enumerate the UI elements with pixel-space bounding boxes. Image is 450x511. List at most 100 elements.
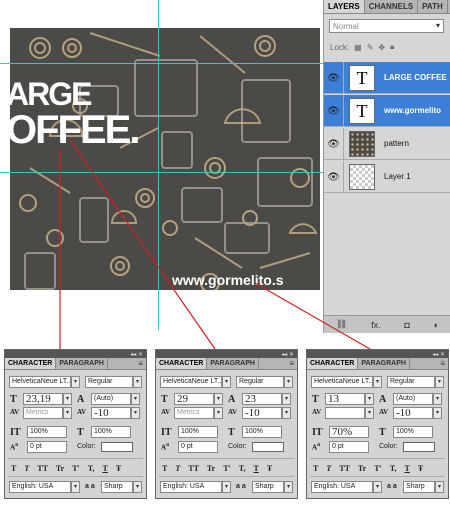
chevron-down-icon[interactable]: ▾ [284, 481, 293, 493]
horizontal-scale-field[interactable]: 100% [393, 426, 433, 438]
font-family-field[interactable]: HelveticaNeue LT... [311, 376, 373, 388]
strikethrough-button[interactable]: Ŧ [418, 464, 423, 473]
chevron-down-icon[interactable]: ▾ [131, 393, 140, 405]
chevron-down-icon[interactable]: ▾ [131, 407, 140, 419]
tab-character[interactable]: CHARACTER [5, 358, 57, 369]
faux-italic-button[interactable]: T [175, 464, 180, 473]
chevron-down-icon[interactable]: ▾ [435, 481, 444, 493]
panel-menu-icon[interactable]: ≡ [289, 359, 294, 368]
language-field[interactable]: English: USA [9, 481, 71, 493]
small-caps-button[interactable]: Tr [358, 464, 366, 473]
chevron-down-icon[interactable]: ▾ [365, 407, 374, 419]
all-caps-button[interactable]: TT [339, 464, 350, 473]
subscript-button[interactable]: T, [88, 464, 95, 473]
chevron-down-icon[interactable]: ▾ [133, 481, 142, 493]
tab-paragraph[interactable]: PARAGRAPH [56, 358, 108, 369]
font-family-field[interactable]: HelveticaNeue LT... [9, 376, 71, 388]
chevron-down-icon[interactable]: ▾ [282, 393, 291, 405]
leading-field[interactable]: 23 [242, 393, 282, 405]
baseline-shift-field[interactable]: 0 pt [27, 441, 67, 453]
baseline-shift-field[interactable]: 0 pt [178, 441, 218, 453]
font-family-field[interactable]: HelveticaNeue LT... [160, 376, 222, 388]
all-caps-button[interactable]: TT [188, 464, 199, 473]
vertical-scale-field[interactable]: 70% [329, 426, 369, 438]
kerning-field[interactable] [325, 407, 365, 419]
tab-paragraph[interactable]: PARAGRAPH [207, 358, 259, 369]
chevron-down-icon[interactable]: ▾ [71, 376, 80, 388]
font-style-field[interactable]: Regular [387, 376, 435, 388]
faux-bold-button[interactable]: T [11, 464, 16, 473]
type-style-buttons: T T TT Tr T' T, T Ŧ [11, 464, 121, 473]
divider [8, 476, 143, 477]
chevron-down-icon[interactable]: ▾ [133, 376, 142, 388]
font-size-field[interactable]: 23,19 [23, 393, 63, 405]
tracking-field[interactable]: -10 [242, 407, 282, 419]
character-panel-1: ◂◂ ✕ CHARACTER PARAGRAPH ≡ HelveticaNeue… [4, 349, 147, 499]
leading-field[interactable]: (Auto) [393, 393, 433, 405]
kerning-icon: AV [161, 408, 171, 416]
underline-button[interactable]: T [405, 464, 410, 473]
font-style-field[interactable]: Regular [236, 376, 284, 388]
language-field[interactable]: English: USA [311, 481, 373, 493]
chevron-down-icon[interactable]: ▾ [373, 481, 382, 493]
horizontal-scale-field[interactable]: 100% [242, 426, 282, 438]
tab-paragraph[interactable]: PARAGRAPH [358, 358, 410, 369]
chevron-down-icon[interactable]: ▾ [214, 393, 223, 405]
tab-character[interactable]: CHARACTER [307, 358, 359, 369]
chevron-down-icon[interactable]: ▾ [214, 407, 223, 419]
superscript-button[interactable]: T' [72, 464, 80, 473]
character-panel-3: ◂◂ ✕ CHARACTER PARAGRAPH ≡ HelveticaNeue… [306, 349, 449, 499]
antialias-field[interactable]: Sharp [101, 481, 133, 493]
tab-character[interactable]: CHARACTER [156, 358, 208, 369]
subscript-button[interactable]: T, [239, 464, 246, 473]
chevron-down-icon[interactable]: ▾ [63, 407, 72, 419]
underline-button[interactable]: T [254, 464, 259, 473]
faux-bold-button[interactable]: T [162, 464, 167, 473]
chevron-down-icon[interactable]: ▾ [433, 393, 442, 405]
subscript-button[interactable]: T, [390, 464, 397, 473]
small-caps-button[interactable]: Tr [56, 464, 64, 473]
strikethrough-button[interactable]: Ŧ [267, 464, 272, 473]
chevron-down-icon[interactable]: ▾ [63, 393, 72, 405]
strikethrough-button[interactable]: Ŧ [116, 464, 121, 473]
tracking-field[interactable]: -10 [393, 407, 433, 419]
panel-menu-icon[interactable]: ≡ [138, 359, 143, 368]
vertical-scale-field[interactable]: 100% [27, 426, 67, 438]
tracking-field[interactable]: -10 [91, 407, 131, 419]
chevron-down-icon[interactable]: ▾ [433, 407, 442, 419]
color-swatch[interactable] [101, 442, 133, 452]
chevron-down-icon[interactable]: ▾ [222, 376, 231, 388]
font-size-field[interactable]: 29 [174, 393, 214, 405]
underline-button[interactable]: T [103, 464, 108, 473]
faux-italic-button[interactable]: T [24, 464, 29, 473]
color-swatch[interactable] [252, 442, 284, 452]
chevron-down-icon[interactable]: ▾ [71, 481, 80, 493]
faux-italic-button[interactable]: T [326, 464, 331, 473]
vertical-scale-field[interactable]: 100% [178, 426, 218, 438]
kerning-field[interactable]: Metrics [174, 407, 214, 419]
language-field[interactable]: English: USA [160, 481, 222, 493]
panel-menu-icon[interactable]: ≡ [440, 359, 445, 368]
chevron-down-icon[interactable]: ▾ [222, 481, 231, 493]
faux-bold-button[interactable]: T [313, 464, 318, 473]
superscript-button[interactable]: T' [374, 464, 382, 473]
leading-field[interactable]: (Auto) [91, 393, 131, 405]
chevron-down-icon[interactable]: ▾ [282, 407, 291, 419]
chevron-down-icon[interactable]: ▾ [373, 376, 382, 388]
font-style-field[interactable]: Regular [85, 376, 133, 388]
baseline-shift-field[interactable]: 0 pt [329, 441, 369, 453]
horizontal-scale-field[interactable]: 100% [91, 426, 131, 438]
divider [310, 476, 445, 477]
all-caps-button[interactable]: TT [37, 464, 48, 473]
color-swatch[interactable] [403, 442, 435, 452]
chevron-down-icon[interactable]: ▾ [435, 376, 444, 388]
antialias-field[interactable]: Sharp [403, 481, 435, 493]
chevron-down-icon[interactable]: ▾ [284, 376, 293, 388]
chevron-down-icon[interactable]: ▾ [365, 393, 374, 405]
font-size-field[interactable]: 13 [325, 393, 365, 405]
superscript-button[interactable]: T' [223, 464, 231, 473]
kerning-field[interactable]: Metrics [23, 407, 63, 419]
small-caps-button[interactable]: Tr [207, 464, 215, 473]
tracking-icon: AV [228, 408, 238, 416]
antialias-field[interactable]: Sharp [252, 481, 284, 493]
